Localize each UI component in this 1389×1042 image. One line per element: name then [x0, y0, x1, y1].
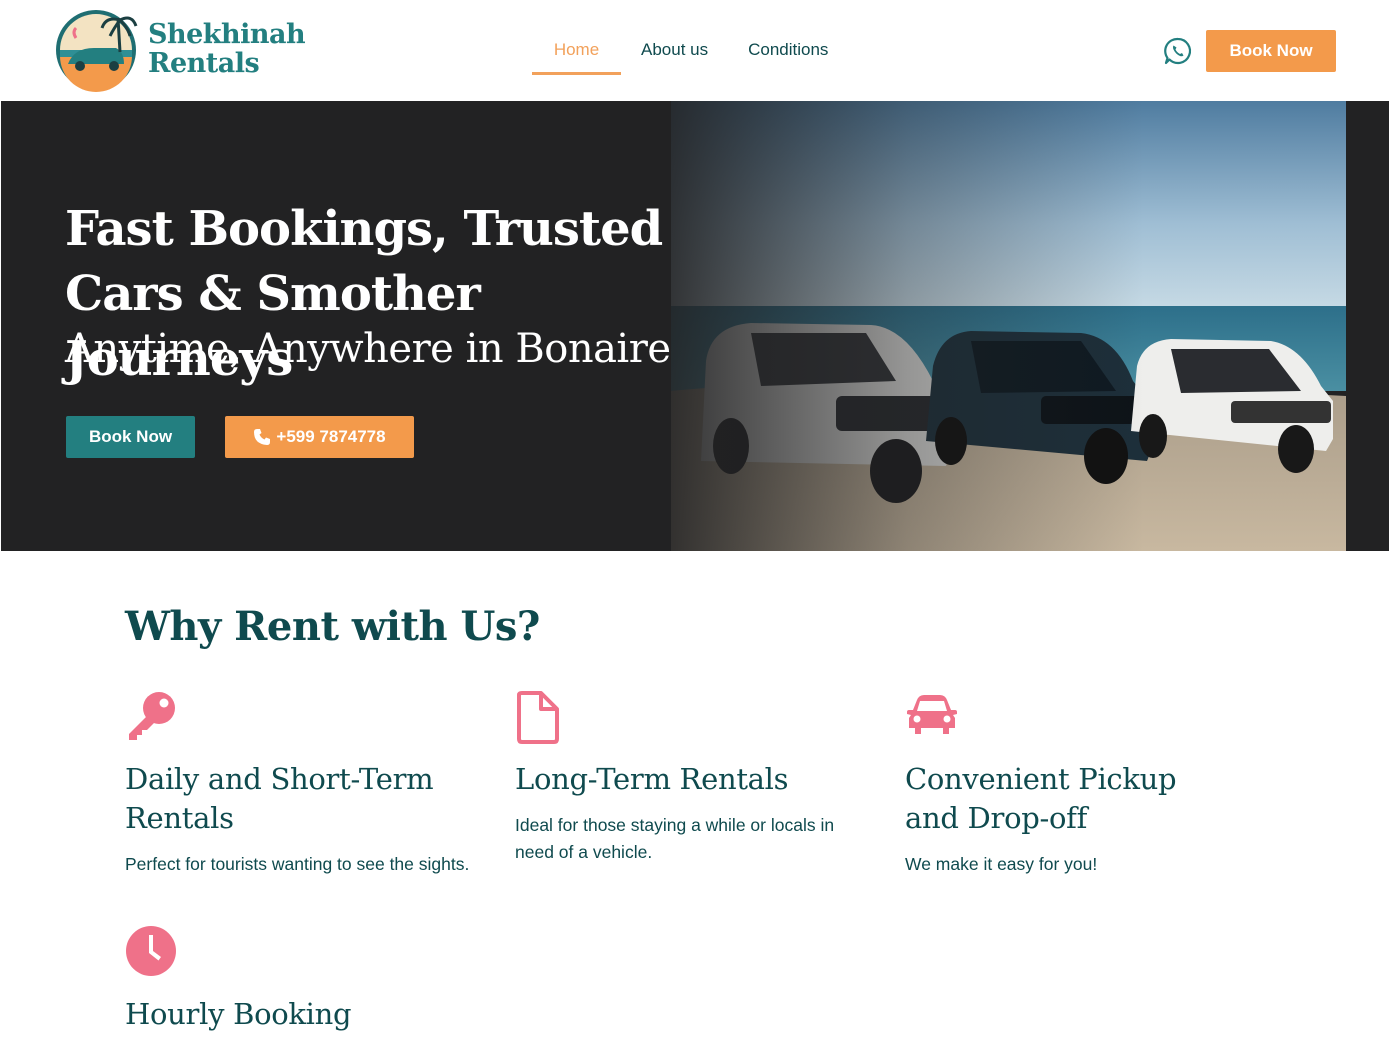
- brand-line-2: Rentals: [148, 48, 260, 79]
- nav-conditions[interactable]: Conditions: [748, 0, 828, 76]
- feature-pickup-dropoff: Convenient Pickup and Drop-off We make i…: [905, 690, 1235, 878]
- whatsapp-icon[interactable]: [1163, 36, 1193, 66]
- hero-phone-button[interactable]: +599 7874778: [225, 416, 414, 458]
- brand-name[interactable]: Shekhinah Rentals: [148, 19, 306, 79]
- hero-title-line-1: Fast Bookings, Trusted: [65, 201, 663, 257]
- feature-description: Perfect for tourists wanting to see the …: [125, 854, 470, 874]
- nav-about-us[interactable]: About us: [641, 0, 708, 76]
- feature-daily-rentals: Daily and Short-Term Rentals Perfect for…: [125, 690, 495, 878]
- hero-book-now-button[interactable]: Book Now: [66, 416, 195, 458]
- main-nav: Home About us Conditions: [532, 0, 828, 76]
- header-book-now-button[interactable]: Book Now: [1206, 30, 1336, 72]
- phone-icon: [254, 429, 271, 445]
- feature-description: We make it easy for you!: [905, 854, 1098, 874]
- feature-long-term-rentals: Long-Term Rentals Ideal for those stayin…: [515, 690, 860, 866]
- hero-subtitle: Anytime, Anywhere in Bonaire: [65, 326, 671, 372]
- feature-description: Ideal for those staying a while or local…: [515, 815, 835, 862]
- hero-cars-on-beach-image: [671, 101, 1346, 551]
- hero-phone-label: +599 7874778: [276, 427, 386, 446]
- site-header: Shekhinah Rentals Home About us Conditio…: [0, 0, 1389, 101]
- car-icon: [907, 695, 957, 734]
- feature-title: Daily and Short-Term Rentals: [125, 762, 434, 835]
- nav-home[interactable]: Home: [532, 0, 621, 76]
- key-icon: [129, 692, 175, 740]
- feature-title: Long-Term Rentals: [515, 762, 789, 796]
- feature-hourly-booking: Hourly Booking: [125, 925, 495, 1034]
- why-section-title: Why Rent with Us?: [125, 603, 540, 650]
- logo-icon[interactable]: [54, 8, 138, 92]
- brand-line-1: Shekhinah: [148, 19, 306, 50]
- feature-title: Hourly Booking: [125, 997, 352, 1031]
- hero-section: Fast Bookings, Trusted Cars & Smother Jo…: [1, 101, 1389, 551]
- feature-title: Convenient Pickup and Drop-off: [905, 762, 1177, 835]
- document-icon: [517, 691, 559, 744]
- clock-icon: [126, 926, 176, 976]
